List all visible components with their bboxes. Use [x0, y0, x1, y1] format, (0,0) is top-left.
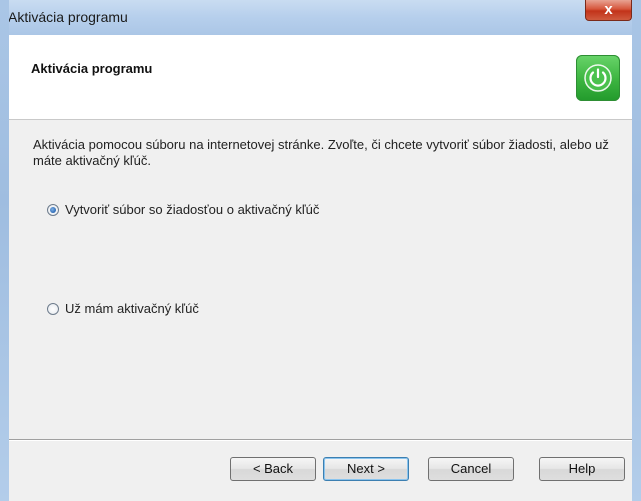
- wizard-header: Aktivácia programu: [9, 35, 632, 120]
- option-label: Už mám aktivačný kľúč: [65, 301, 199, 316]
- description-text: Aktivácia pomocou súboru na internetovej…: [33, 137, 609, 168]
- page-title: Aktivácia programu: [31, 61, 153, 76]
- option-create-request[interactable]: Vytvoriť súbor so žiadosťou o aktivačný …: [47, 202, 319, 217]
- window-title: Aktivácia programu: [8, 9, 128, 25]
- dialog-body: Aktivácia programu Aktivácia pomocou súb…: [9, 35, 632, 501]
- close-button[interactable]: x: [585, 0, 632, 21]
- dialog-window: Aktivácia programu x Aktivácia programu …: [0, 0, 641, 501]
- back-button[interactable]: < Back: [230, 457, 316, 481]
- power-icon: [576, 55, 620, 101]
- footer-separator: [9, 439, 632, 441]
- cancel-button[interactable]: Cancel: [428, 457, 514, 481]
- next-button[interactable]: Next >: [323, 457, 409, 481]
- title-bar[interactable]: Aktivácia programu x: [0, 0, 641, 35]
- window-frame-left: [0, 0, 9, 501]
- radio-create-request[interactable]: [47, 203, 59, 216]
- option-have-key[interactable]: Už mám aktivačný kľúč: [47, 301, 199, 316]
- radio-have-key[interactable]: [47, 302, 59, 315]
- help-button[interactable]: Help: [539, 457, 625, 481]
- close-icon: x: [604, 1, 613, 18]
- option-label: Vytvoriť súbor so žiadosťou o aktivačný …: [65, 202, 320, 217]
- window-frame-right: [632, 0, 641, 501]
